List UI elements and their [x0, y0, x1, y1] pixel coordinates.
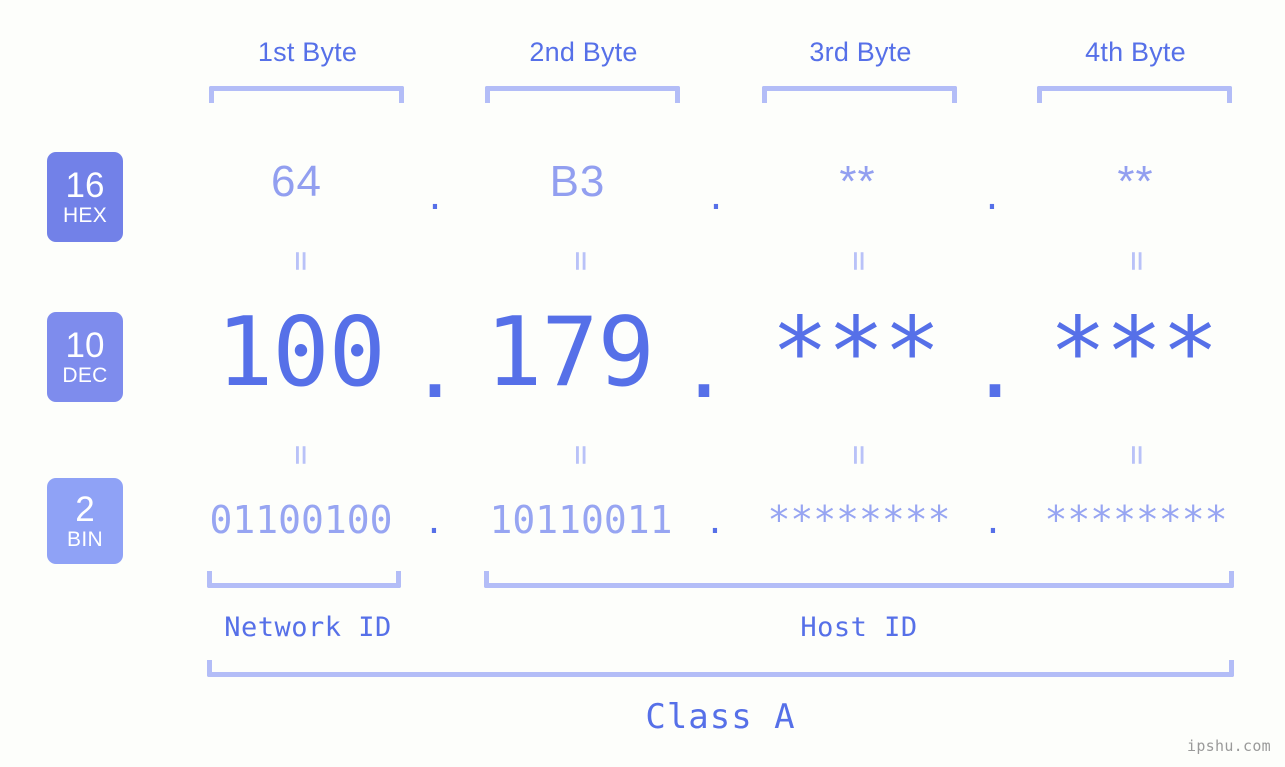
base-badge-dec-number: 10: [65, 325, 105, 365]
dec-byte-1: 100: [216, 298, 386, 408]
dec-byte-4: ***: [1049, 298, 1219, 408]
equals-connector-hex-dec-1: =: [281, 250, 321, 272]
bin-separator-1: .: [423, 502, 445, 542]
byte-bracket-top-1: [209, 86, 404, 103]
base-badge-bin-number: 2: [75, 489, 95, 529]
byte-header-3: 3rd Byte: [809, 37, 912, 67]
dec-separator-1: .: [409, 318, 461, 418]
site-watermark: ipshu.com: [1187, 737, 1271, 755]
network-id-bracket: [207, 571, 401, 588]
byte-bracket-top-3: [762, 86, 957, 103]
bin-byte-3: ********: [767, 498, 951, 542]
equals-connector-hex-dec-2: =: [561, 250, 601, 272]
byte-header-2: 2nd Byte: [529, 37, 638, 67]
bin-separator-2: .: [704, 502, 726, 542]
hex-byte-1: 64: [271, 157, 322, 206]
equals-connector-dec-bin-1: =: [281, 444, 321, 466]
hex-separator-2: .: [705, 178, 727, 218]
byte-header-1: 1st Byte: [257, 37, 358, 67]
equals-connector-dec-bin-4: =: [1117, 444, 1157, 466]
hex-separator-1: .: [424, 178, 446, 218]
base-badge-bin: 2 BIN: [47, 478, 123, 564]
equals-connector-hex-dec-4: =: [1117, 250, 1157, 272]
equals-connector-dec-bin-3: =: [839, 444, 879, 466]
equals-connector-dec-bin-2: =: [561, 444, 601, 466]
byte-bracket-top-4: [1037, 86, 1232, 103]
network-id-label: Network ID: [224, 612, 392, 643]
byte-bracket-top-2: [485, 86, 680, 103]
hex-byte-4: **: [1117, 157, 1154, 206]
ip-address-breakdown-diagram: 1st Byte 2nd Byte 3rd Byte 4th Byte 16 H…: [0, 0, 1285, 767]
bin-separator-3: .: [982, 502, 1004, 542]
class-bracket: [207, 660, 1234, 677]
dec-separator-2: .: [678, 318, 730, 418]
hex-byte-2: B3: [549, 157, 606, 206]
base-badge-dec-label: DEC: [62, 363, 108, 387]
base-badge-dec: 10 DEC: [47, 312, 123, 402]
bin-byte-1: 01100100: [209, 498, 393, 542]
class-label: Class A: [645, 697, 796, 737]
host-id-bracket: [484, 571, 1234, 588]
base-badge-hex-number: 16: [65, 165, 105, 205]
bin-byte-2: 10110011: [489, 498, 673, 542]
dec-byte-2: 179: [485, 298, 655, 408]
equals-connector-hex-dec-3: =: [839, 250, 879, 272]
base-badge-hex: 16 HEX: [47, 152, 123, 242]
base-badge-hex-label: HEX: [62, 203, 108, 227]
hex-separator-3: .: [981, 178, 1003, 218]
base-badge-bin-label: BIN: [67, 527, 103, 551]
hex-byte-3: **: [839, 157, 876, 206]
byte-header-4: 4th Byte: [1085, 37, 1186, 67]
host-id-label: Host ID: [800, 612, 918, 643]
dec-byte-3: ***: [771, 298, 941, 408]
dec-separator-3: .: [969, 318, 1021, 418]
bin-byte-4: ********: [1044, 498, 1228, 542]
